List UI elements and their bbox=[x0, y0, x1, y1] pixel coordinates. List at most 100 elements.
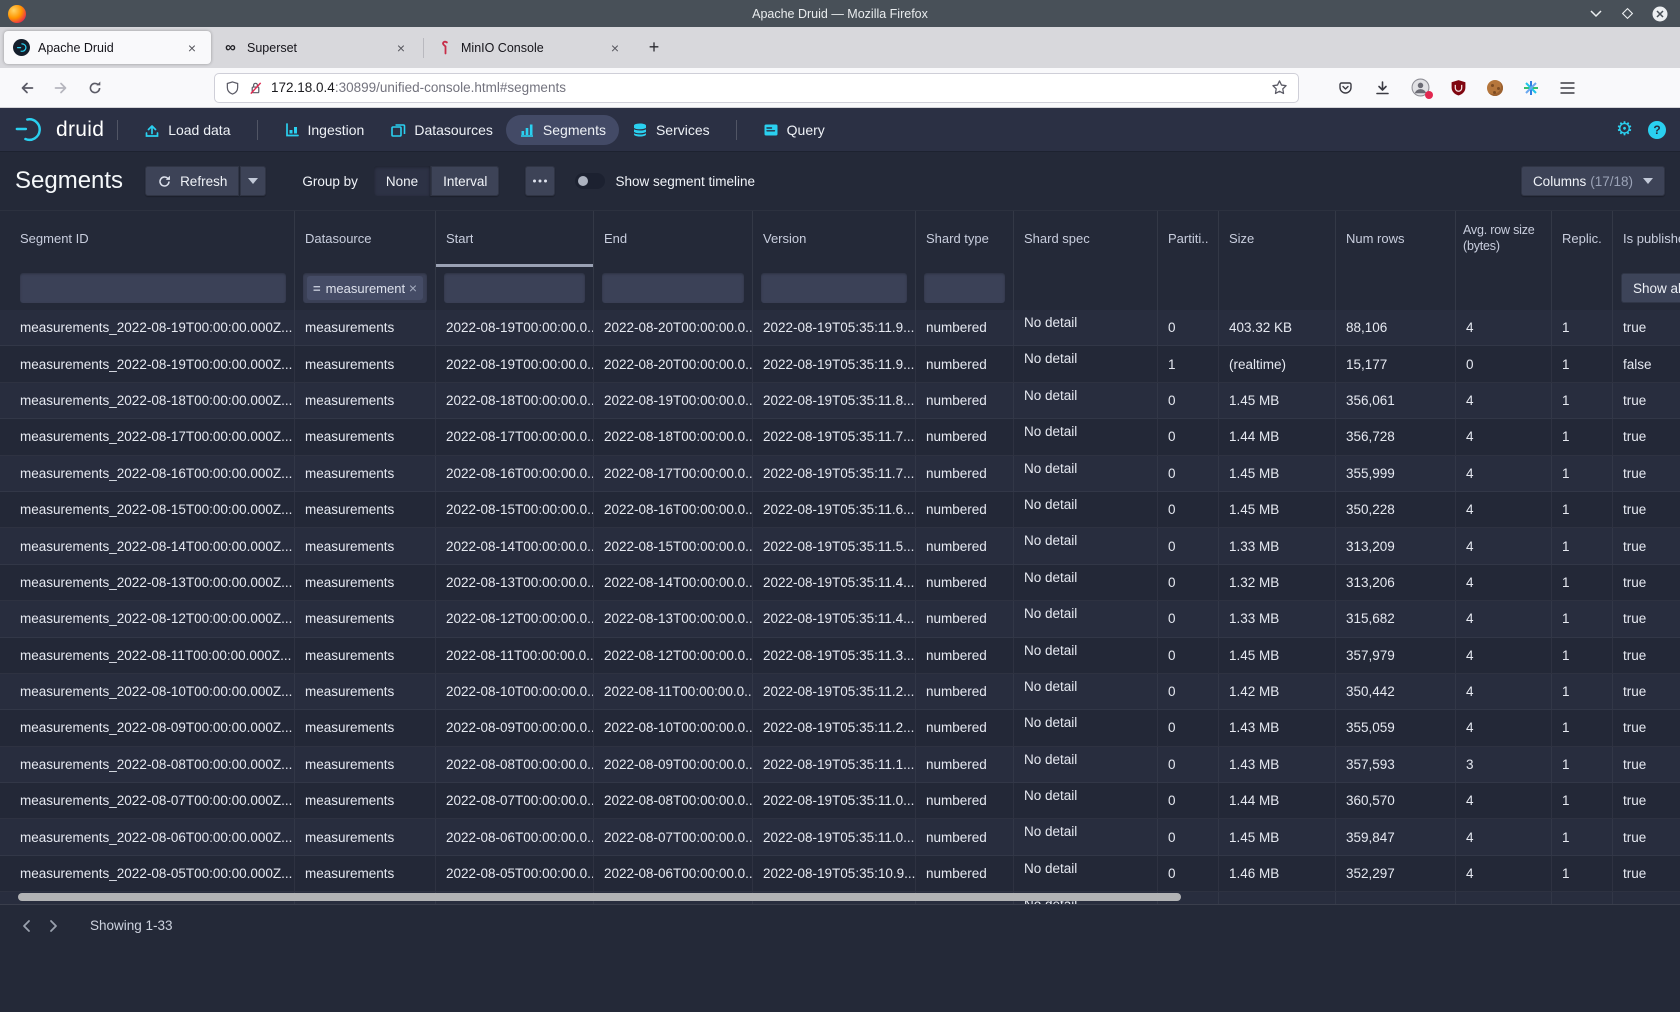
group-by-none-button[interactable]: None bbox=[374, 166, 430, 196]
cell-avg-row-size: 4 bbox=[1456, 819, 1552, 854]
tab-close-icon[interactable]: × bbox=[605, 40, 625, 56]
table-row[interactable]: measurements_2022-08-19T00:00:00.000Z...… bbox=[0, 310, 1680, 346]
nav-item-ingestion[interactable]: Ingestion bbox=[271, 115, 378, 145]
column-header-version[interactable]: Version bbox=[753, 211, 916, 267]
table-row[interactable]: measurements_2022-08-12T00:00:00.000Z...… bbox=[0, 601, 1680, 637]
column-header-shard-type[interactable]: Shard type bbox=[916, 211, 1014, 267]
help-icon[interactable]: ? bbox=[1648, 121, 1666, 139]
tab-close-icon[interactable]: × bbox=[182, 40, 202, 56]
filter-input-version[interactable] bbox=[761, 273, 907, 303]
cell-avg-row-size: 4 bbox=[1456, 710, 1552, 745]
window-close-icon[interactable] bbox=[1652, 6, 1668, 22]
cookie-icon[interactable] bbox=[1487, 80, 1503, 96]
column-header-is-published[interactable]: Is published bbox=[1613, 211, 1680, 267]
table-row[interactable]: measurements_2022-08-17T00:00:00.000Z...… bbox=[0, 419, 1680, 455]
cell-avg-row-size: 4 bbox=[1456, 674, 1552, 709]
table-row[interactable]: measurements_2022-08-13T00:00:00.000Z...… bbox=[0, 565, 1680, 601]
table-row[interactable]: measurements_2022-08-05T00:00:00.000Z...… bbox=[0, 856, 1680, 892]
extension-sparkle-icon[interactable] bbox=[1523, 80, 1539, 96]
previous-page-icon[interactable] bbox=[14, 913, 40, 939]
table-row[interactable]: measurements_2022-08-16T00:00:00.000Z...… bbox=[0, 456, 1680, 492]
bookmark-star-icon[interactable] bbox=[1271, 79, 1288, 96]
filter-input-segment-id[interactable] bbox=[20, 273, 286, 303]
table-row[interactable]: measurements_2022-08-09T00:00:00.000Z...… bbox=[0, 710, 1680, 746]
table-row[interactable]: measurements_2022-08-08T00:00:00.000Z...… bbox=[0, 747, 1680, 783]
column-header-partition[interactable]: Partiti... bbox=[1158, 211, 1219, 267]
url-bar[interactable]: 172.18.0.4:30899/unified-console.html#se… bbox=[214, 73, 1299, 103]
table-row[interactable]: measurements_2022-08-10T00:00:00.000Z...… bbox=[0, 674, 1680, 710]
download-icon[interactable] bbox=[1374, 80, 1391, 96]
forward-icon[interactable] bbox=[46, 73, 76, 103]
table-row[interactable]: measurements_2022-08-15T00:00:00.000Z...… bbox=[0, 492, 1680, 528]
ublock-icon[interactable] bbox=[1450, 79, 1467, 96]
nav-item-services[interactable]: Services bbox=[619, 115, 723, 145]
cell-segment-id: measurements_2022-08-13T00:00:00.000Z... bbox=[0, 565, 295, 600]
window-minimize-icon[interactable] bbox=[1589, 9, 1603, 18]
segment-timeline-toggle[interactable] bbox=[575, 173, 605, 189]
back-icon[interactable] bbox=[12, 73, 42, 103]
tab-bar: Apache Druid × ∞ Superset × MinIO Consol… bbox=[0, 27, 1680, 68]
nav-item-load-data[interactable]: Load data bbox=[131, 115, 243, 145]
filter-cell-end bbox=[594, 267, 753, 310]
lock-slash-icon[interactable] bbox=[248, 80, 263, 96]
table-row[interactable]: measurements_2022-08-19T00:00:00.000Z...… bbox=[0, 346, 1680, 382]
cell-datasource: measurements bbox=[295, 565, 436, 600]
nav-item-query[interactable]: Query bbox=[750, 115, 838, 145]
tab-superset[interactable]: ∞ Superset × bbox=[213, 31, 420, 64]
cell-shard-type: numbered bbox=[916, 310, 1014, 345]
pocket-icon[interactable] bbox=[1337, 80, 1354, 96]
account-icon[interactable] bbox=[1411, 78, 1430, 97]
filter-input-datasource[interactable]: =measurements× bbox=[303, 273, 427, 303]
nav-item-datasources[interactable]: Datasources bbox=[377, 115, 506, 145]
group-by-interval-button[interactable]: Interval bbox=[430, 166, 499, 196]
column-header-size[interactable]: Size bbox=[1219, 211, 1336, 267]
column-header-end[interactable]: End bbox=[594, 211, 753, 267]
filter-input-shard-type[interactable] bbox=[924, 273, 1005, 303]
datasource-filter-tag[interactable]: =measurements× bbox=[307, 276, 423, 300]
cell-start: 2022-08-08T00:00:00.0... bbox=[436, 747, 594, 782]
columns-button[interactable]: Columns (17/18) bbox=[1521, 166, 1665, 196]
column-header-shard-spec[interactable]: Shard spec bbox=[1014, 211, 1158, 267]
column-header-num-rows[interactable]: Num rows bbox=[1336, 211, 1456, 267]
table-row[interactable]: measurements_2022-08-07T00:00:00.000Z...… bbox=[0, 783, 1680, 819]
next-page-icon[interactable] bbox=[40, 913, 66, 939]
column-header-start[interactable]: Start bbox=[436, 211, 594, 267]
tab-close-icon[interactable]: × bbox=[391, 40, 411, 56]
nav-item-segments[interactable]: Segments bbox=[506, 115, 619, 145]
cell-num-rows: 355,999 bbox=[1336, 456, 1456, 491]
column-header-datasource[interactable]: Datasource bbox=[295, 211, 436, 267]
tab-separator bbox=[423, 38, 424, 58]
tab-apache-druid[interactable]: Apache Druid × bbox=[4, 31, 211, 64]
table-row[interactable]: measurements_2022-08-11T00:00:00.000Z...… bbox=[0, 638, 1680, 674]
column-header-avg-row-size[interactable]: Avg. row size (bytes) bbox=[1456, 211, 1552, 267]
druid-logo[interactable]: druid bbox=[14, 115, 104, 144]
druid-logo-icon bbox=[14, 115, 52, 144]
filter-input-start[interactable] bbox=[444, 273, 585, 303]
column-header-segment-id[interactable]: Segment ID bbox=[0, 211, 295, 267]
filter-input-end[interactable] bbox=[602, 273, 744, 303]
column-header-replicated[interactable]: Replic... bbox=[1552, 211, 1613, 267]
shield-icon[interactable] bbox=[225, 80, 240, 96]
tab-minio-console[interactable]: MinIO Console × bbox=[427, 31, 634, 64]
horizontal-scrollbar[interactable] bbox=[18, 893, 1181, 901]
table-row[interactable]: measurements_2022-08-14T00:00:00.000Z...… bbox=[0, 528, 1680, 564]
cell-shard-spec: No detail bbox=[1014, 346, 1158, 381]
settings-gear-icon[interactable]: ⚙ bbox=[1616, 120, 1633, 139]
cell-replicated bbox=[1552, 892, 1613, 904]
menu-icon[interactable] bbox=[1559, 81, 1576, 95]
services-icon bbox=[632, 122, 648, 138]
table-row[interactable]: measurements_2022-08-18T00:00:00.000Z...… bbox=[0, 383, 1680, 419]
cell-version: 2022-08-19T05:35:11.5... bbox=[753, 528, 916, 563]
window-maximize-icon[interactable] bbox=[1621, 7, 1634, 20]
new-tab-button[interactable]: + bbox=[639, 33, 669, 63]
ingestion-icon bbox=[284, 122, 300, 138]
refresh-dropdown-button[interactable] bbox=[240, 166, 266, 196]
remove-tag-icon[interactable]: × bbox=[409, 280, 417, 296]
refresh-button[interactable]: Refresh bbox=[145, 166, 239, 196]
table-row[interactable]: measurements_2022-08-06T00:00:00.000Z...… bbox=[0, 819, 1680, 855]
more-options-button[interactable] bbox=[525, 166, 555, 196]
show-all-button[interactable]: Show all bbox=[1621, 273, 1680, 303]
cell-shard-spec: No detail bbox=[1014, 419, 1158, 454]
segments-toolbar: Segments Refresh Group by None Interval … bbox=[0, 152, 1680, 210]
reload-icon[interactable] bbox=[80, 73, 110, 103]
